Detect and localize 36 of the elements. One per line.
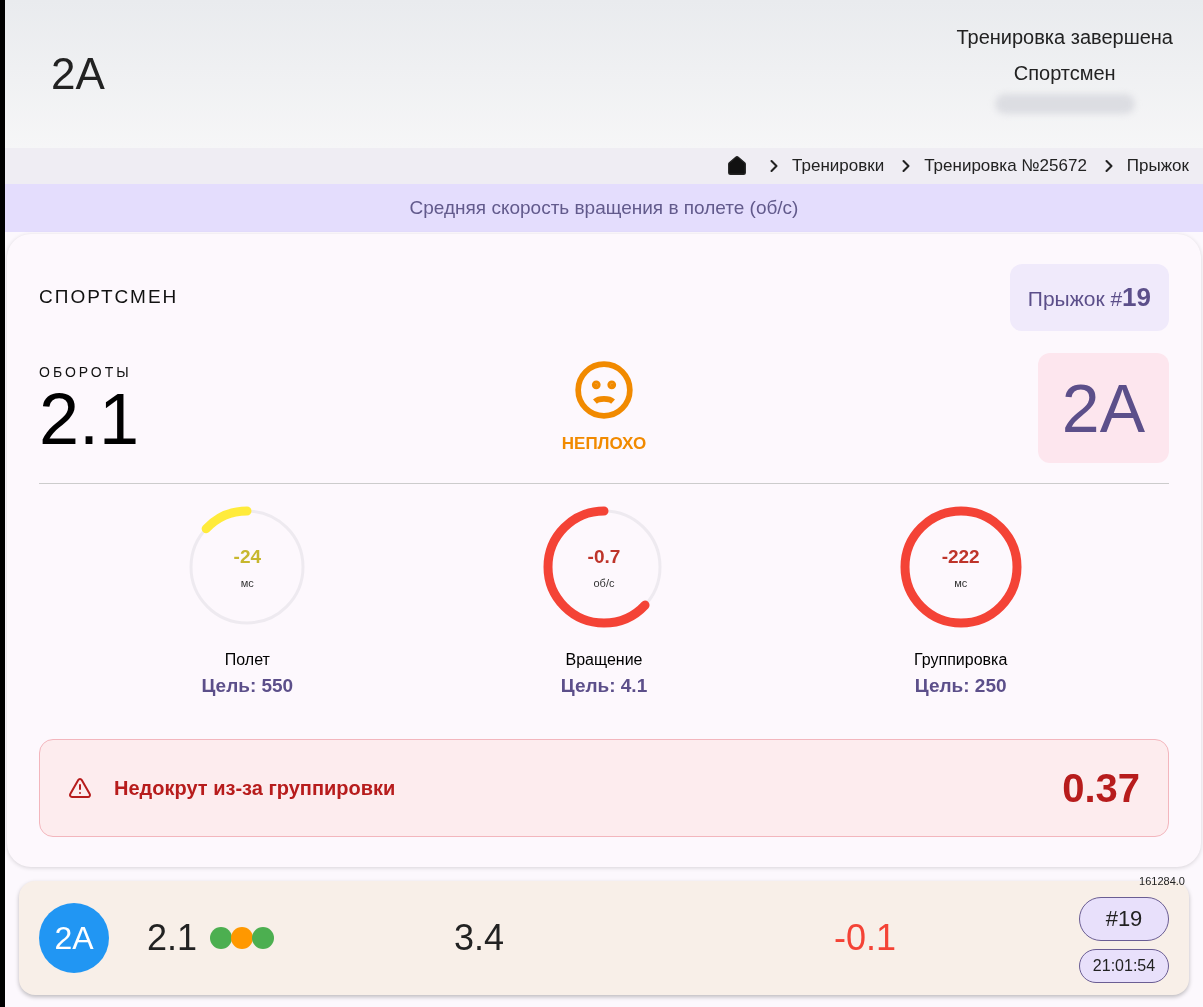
jump-type-badge: 2A: [1037, 353, 1169, 463]
gauge-label: Полет: [224, 650, 270, 670]
athlete-name: Спортсмен: [1013, 61, 1116, 86]
gauge-target: Цель: 550: [201, 674, 294, 698]
gauge-unit: мс: [240, 576, 254, 591]
delta-value: -0.1: [834, 915, 897, 960]
rating-text: НЕПЛОХО: [561, 433, 647, 456]
gauge-value: -222: [941, 544, 980, 569]
rotations-label: ОБОРОТЫ: [39, 362, 133, 382]
metric-banner: Средняя скорость вращения в полете (об/с): [5, 184, 1203, 232]
alert-value: 0.37: [1062, 764, 1140, 812]
gauge-value: -0.7: [587, 544, 621, 569]
breadcrumb-link[interactable]: Прыжок: [1126, 153, 1189, 179]
alert-text: Недокрут из-за группировки: [114, 775, 396, 801]
jump-number-chip: #19: [1079, 896, 1169, 941]
speed-value: 3.4: [454, 915, 505, 960]
rotations-value: 2.1: [147, 915, 198, 960]
gauge-unit: об/с: [593, 576, 615, 591]
gauge-target: Цель: 250: [914, 674, 1007, 698]
gauge-label: Группировка: [914, 650, 1008, 670]
breadcrumb-link[interactable]: Тренировки: [792, 153, 885, 179]
gauge-target: Цель: 4.1: [560, 674, 648, 698]
sad-face-icon: [573, 359, 635, 422]
jump-type-avatar: 2A: [39, 902, 109, 973]
time-chip: 21:01:54: [1079, 948, 1169, 983]
header-title: 2A: [51, 48, 105, 100]
gauge-unit: мс: [954, 576, 968, 591]
gauge-label: Вращение: [565, 650, 643, 670]
rotations-value: 2.1: [39, 382, 141, 455]
breadcrumb-link[interactable]: Тренировка №25672: [924, 153, 1087, 179]
gauge-value: -24: [233, 544, 262, 569]
status-text: Тренировка завершена: [956, 25, 1173, 50]
section-label: СПОРТСМЕН: [39, 285, 179, 310]
home-icon[interactable]: [726, 155, 749, 177]
jump-number-badge: Прыжок #19: [1009, 264, 1169, 331]
warning-icon: [68, 775, 92, 800]
